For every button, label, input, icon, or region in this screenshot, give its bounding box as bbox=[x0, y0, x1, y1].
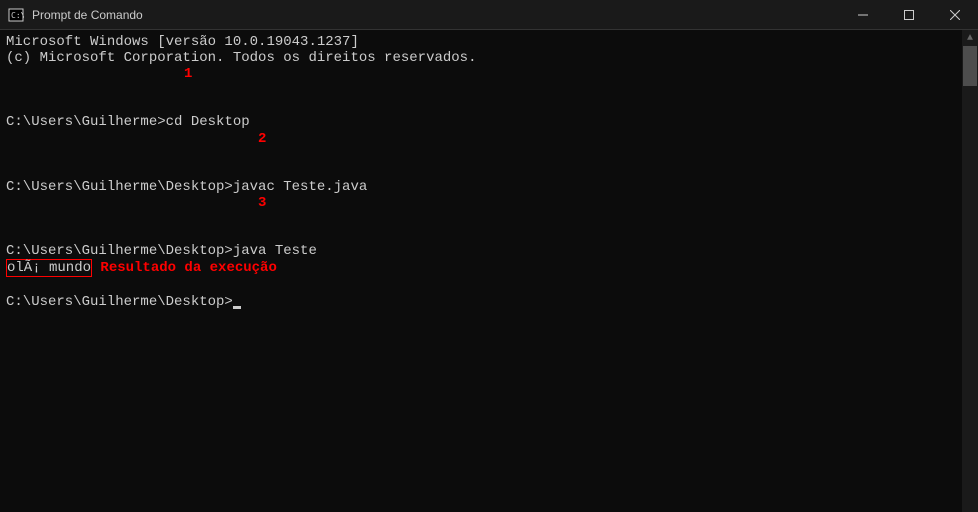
header-line-2: (c) Microsoft Corporation. Todos os dire… bbox=[6, 50, 972, 66]
window-title: Prompt de Comando bbox=[32, 8, 143, 22]
title-bar: C:\ Prompt de Comando bbox=[0, 0, 978, 30]
maximize-button[interactable] bbox=[886, 0, 932, 30]
cmd-3: java Teste bbox=[233, 243, 317, 259]
prompt-1: C:\Users\Guilherme> bbox=[6, 114, 166, 130]
output-text: olÃ¡ mundo bbox=[6, 259, 92, 277]
prompt-3: C:\Users\Guilherme\Desktop> bbox=[6, 243, 233, 259]
annotation-result: Resultado da execução bbox=[100, 260, 276, 276]
command-line-1: C:\Users\Guilherme>cd Desktop bbox=[6, 114, 972, 130]
cursor bbox=[233, 306, 241, 309]
cmd-1: cd Desktop bbox=[166, 114, 250, 130]
svg-text:C:\: C:\ bbox=[11, 11, 24, 20]
prompt-line-4: C:\Users\Guilherme\Desktop> bbox=[6, 294, 972, 310]
blank-line: 2 bbox=[6, 131, 972, 179]
command-line-3: C:\Users\Guilherme\Desktop>java Teste bbox=[6, 243, 972, 259]
prompt-2: C:\Users\Guilherme\Desktop> bbox=[6, 179, 233, 195]
cmd-2: javac Teste.java bbox=[233, 179, 367, 195]
scroll-thumb[interactable] bbox=[963, 46, 977, 86]
blank-line bbox=[6, 277, 972, 293]
scrollbar[interactable]: ▲ bbox=[962, 30, 978, 512]
terminal-area[interactable]: Microsoft Windows [versão 10.0.19043.123… bbox=[0, 30, 978, 512]
title-left: C:\ Prompt de Comando bbox=[0, 7, 143, 23]
output-line: olÃ¡ mundo Resultado da execução bbox=[6, 259, 972, 277]
window-controls bbox=[840, 0, 978, 29]
scroll-up-arrow[interactable]: ▲ bbox=[962, 30, 978, 46]
minimize-button[interactable] bbox=[840, 0, 886, 30]
close-button[interactable] bbox=[932, 0, 978, 30]
cmd-icon: C:\ bbox=[8, 7, 24, 23]
command-line-2: C:\Users\Guilherme\Desktop>javac Teste.j… bbox=[6, 179, 972, 195]
prompt-4: C:\Users\Guilherme\Desktop> bbox=[6, 294, 233, 310]
blank-line: 1 bbox=[6, 66, 972, 114]
blank-line: 3 bbox=[6, 195, 972, 243]
annotation-3: 3 bbox=[258, 195, 266, 211]
header-line-1: Microsoft Windows [versão 10.0.19043.123… bbox=[6, 34, 972, 50]
annotation-2: 2 bbox=[258, 131, 266, 147]
annotation-1: 1 bbox=[184, 66, 192, 82]
